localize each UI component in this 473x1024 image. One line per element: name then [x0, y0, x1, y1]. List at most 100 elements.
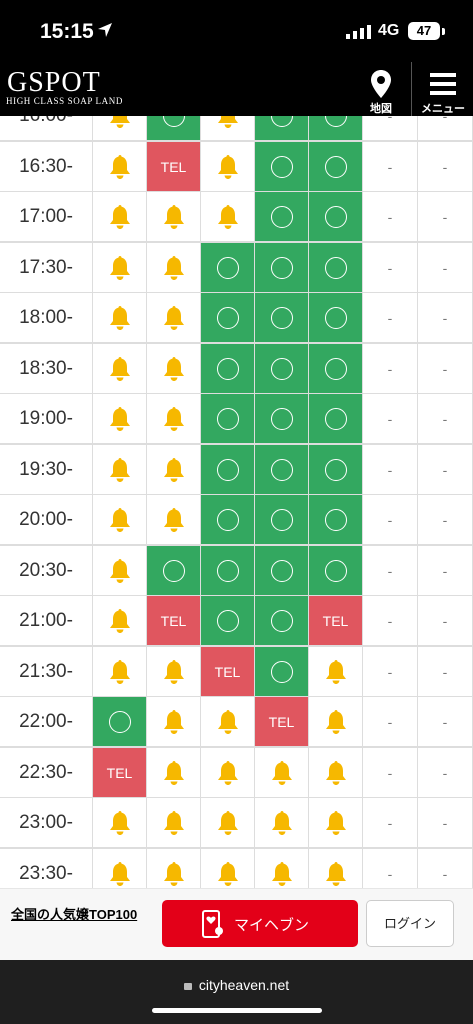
slot-available[interactable]: [255, 647, 309, 696]
slot-available[interactable]: [255, 546, 309, 595]
slot-available[interactable]: [201, 243, 255, 292]
slot-notify[interactable]: [93, 849, 147, 888]
slot-notify[interactable]: [201, 849, 255, 888]
slot-available[interactable]: [255, 344, 309, 393]
slot-notify[interactable]: [147, 243, 201, 292]
slot-available[interactable]: [201, 344, 255, 393]
slot-tel[interactable]: TEL: [93, 748, 147, 797]
slot-notify[interactable]: [147, 798, 201, 847]
slot-available[interactable]: [255, 394, 309, 443]
slot-available[interactable]: [255, 142, 309, 191]
slot-notify[interactable]: [93, 596, 147, 645]
slot-notify[interactable]: [93, 546, 147, 595]
slot-tel[interactable]: TEL: [147, 142, 201, 191]
browser-url-bar[interactable]: cityheaven.net: [0, 960, 473, 1024]
slot-available[interactable]: [309, 243, 363, 292]
slot-tel[interactable]: TEL: [309, 596, 363, 645]
slot-unavailable: -: [418, 445, 473, 494]
slot-available[interactable]: [309, 344, 363, 393]
circle-icon: [216, 609, 239, 632]
slot-available[interactable]: [93, 697, 147, 746]
slot-available[interactable]: [255, 293, 309, 342]
ranking-link[interactable]: 全国の人気嬢TOP100: [11, 904, 137, 923]
slot-available[interactable]: [147, 116, 201, 140]
circle-icon: [162, 116, 185, 127]
slot-available[interactable]: [201, 293, 255, 342]
slot-available[interactable]: [309, 142, 363, 191]
circle-icon: [216, 306, 239, 329]
slot-notify[interactable]: [147, 344, 201, 393]
slot-available[interactable]: [309, 192, 363, 241]
site-header: GSPOT HIGH CLASS SOAP LAND 地図 メニュー: [0, 62, 473, 116]
slot-notify[interactable]: [93, 192, 147, 241]
slot-available[interactable]: [255, 495, 309, 544]
slot-notify[interactable]: [147, 748, 201, 797]
slot-notify[interactable]: [201, 116, 255, 140]
schedule-row: 18:00- - -: [0, 293, 473, 344]
circle-icon: [270, 116, 293, 127]
slot-available[interactable]: [255, 445, 309, 494]
slot-available[interactable]: [255, 116, 309, 140]
login-button[interactable]: ログイン: [366, 900, 454, 947]
slot-available[interactable]: [309, 546, 363, 595]
slot-notify[interactable]: [93, 116, 147, 140]
slot-notify[interactable]: [201, 192, 255, 241]
slot-notify[interactable]: [309, 647, 363, 696]
slot-notify[interactable]: [147, 445, 201, 494]
slot-notify[interactable]: [201, 748, 255, 797]
home-indicator[interactable]: [152, 1008, 322, 1013]
slot-available[interactable]: [201, 546, 255, 595]
slot-available[interactable]: [309, 495, 363, 544]
slot-notify[interactable]: [93, 445, 147, 494]
slot-notify[interactable]: [309, 849, 363, 888]
map-button[interactable]: 地図: [356, 66, 406, 115]
slot-available[interactable]: [309, 293, 363, 342]
menu-button[interactable]: メニュー: [418, 66, 468, 115]
slot-notify[interactable]: [147, 697, 201, 746]
slot-available[interactable]: [147, 546, 201, 595]
slot-available[interactable]: [309, 116, 363, 140]
slot-available[interactable]: [309, 445, 363, 494]
slot-notify[interactable]: [201, 697, 255, 746]
url-text: cityheaven.net: [198, 977, 290, 993]
battery-tip: [442, 28, 445, 35]
slot-unavailable: -: [363, 748, 418, 797]
slot-notify[interactable]: [255, 748, 309, 797]
site-logo[interactable]: GSPOT: [7, 67, 101, 99]
slot-notify[interactable]: [201, 142, 255, 191]
slot-notify[interactable]: [147, 394, 201, 443]
slot-notify[interactable]: [93, 495, 147, 544]
slot-notify[interactable]: [93, 394, 147, 443]
slot-notify[interactable]: [93, 344, 147, 393]
slot-notify[interactable]: [309, 748, 363, 797]
slot-notify[interactable]: [93, 293, 147, 342]
slot-tel[interactable]: TEL: [255, 697, 309, 746]
slot-available[interactable]: [255, 243, 309, 292]
slot-available[interactable]: [201, 445, 255, 494]
slot-notify[interactable]: [309, 798, 363, 847]
slot-notify[interactable]: [147, 192, 201, 241]
slot-notify[interactable]: [255, 849, 309, 888]
myheaven-button[interactable]: マイヘブン: [162, 900, 358, 947]
slot-notify[interactable]: [147, 647, 201, 696]
slot-tel[interactable]: TEL: [147, 596, 201, 645]
slot-available[interactable]: [201, 394, 255, 443]
slot-notify[interactable]: [147, 293, 201, 342]
slot-available[interactable]: [201, 596, 255, 645]
slot-notify[interactable]: [201, 798, 255, 847]
slot-notify[interactable]: [255, 798, 309, 847]
slot-notify[interactable]: [93, 798, 147, 847]
slot-notify[interactable]: [93, 647, 147, 696]
slot-available[interactable]: [309, 394, 363, 443]
url-field[interactable]: cityheaven.net: [0, 977, 473, 993]
slot-notify[interactable]: [93, 243, 147, 292]
slot-notify[interactable]: [147, 849, 201, 888]
slot-available[interactable]: [201, 495, 255, 544]
slot-notify[interactable]: [93, 142, 147, 191]
slot-tel[interactable]: TEL: [201, 647, 255, 696]
slot-available[interactable]: [255, 596, 309, 645]
slot-notify[interactable]: [309, 697, 363, 746]
location-arrow-icon: [98, 23, 112, 37]
slot-available[interactable]: [255, 192, 309, 241]
slot-notify[interactable]: [147, 495, 201, 544]
